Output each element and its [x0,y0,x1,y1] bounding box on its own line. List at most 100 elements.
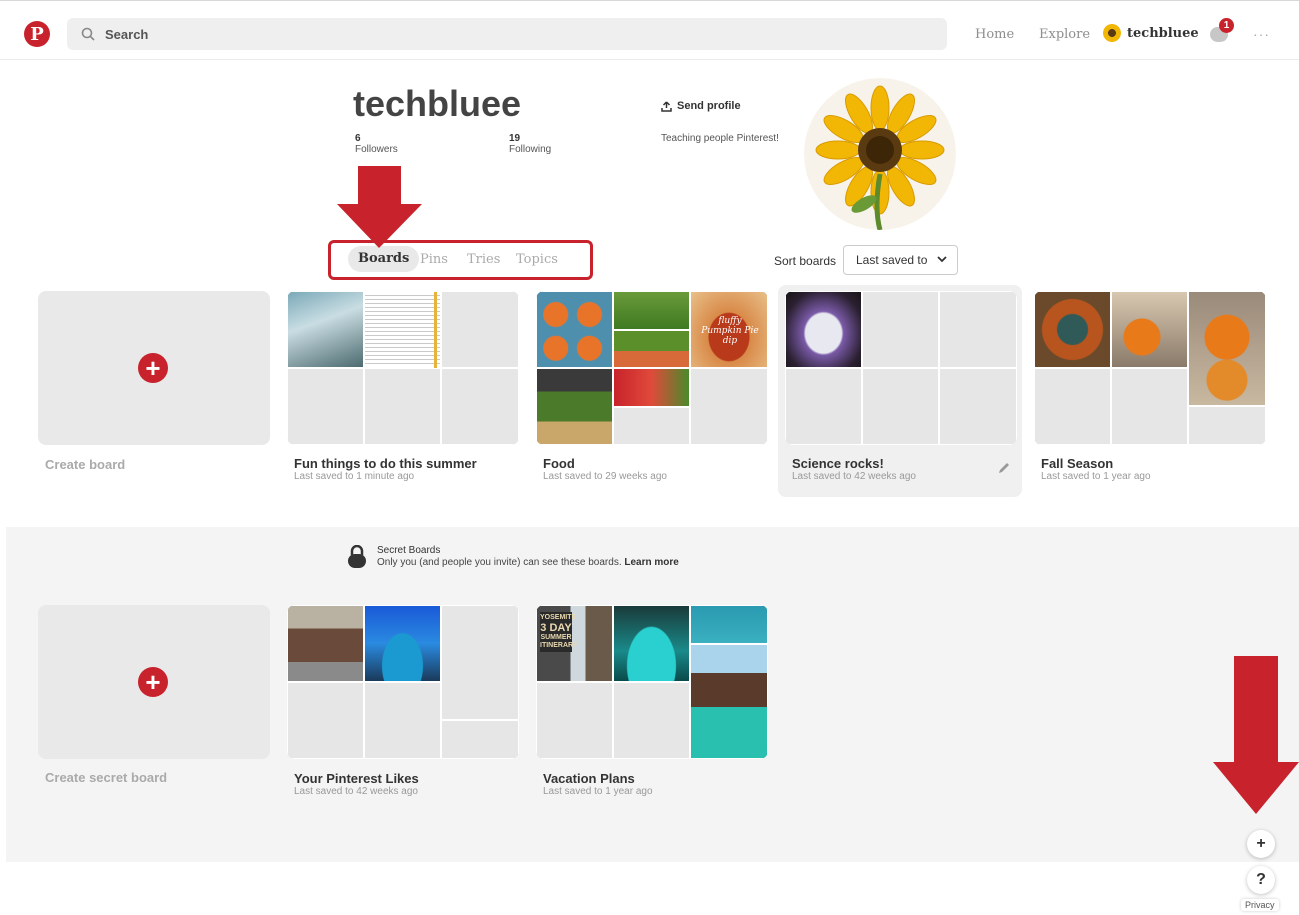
sunflower-image [804,78,956,230]
cover-placeholder [364,368,441,445]
cover-image [785,291,862,368]
cover-image [613,330,690,368]
cover-placeholder [441,291,519,368]
board-cover: YOSEMITE 3 DAY SUMMER ITINERARY [536,605,768,759]
board-card[interactable]: Fun things to do this summer Last saved … [287,291,519,482]
annotation-arrow-down-icon [337,166,422,248]
privacy-link[interactable]: Privacy [1241,899,1279,911]
yosemite-image-text: YOSEMITE 3 DAY SUMMER ITINERARY [540,612,577,652]
cover-placeholder [1188,406,1266,445]
board-last-saved: Last saved to 1 year ago [1041,471,1151,482]
search-icon [81,27,95,41]
cover-placeholder [1111,368,1188,445]
board-cover: + [38,605,270,759]
board-card[interactable]: Your Pinterest Likes Last saved to 42 we… [287,605,519,797]
board-cover [287,291,519,445]
cover-placeholder [862,291,939,368]
create-secret-board-label: Create secret board [45,770,168,785]
pinterest-logo-icon[interactable]: P [24,21,50,47]
cover-placeholder [1034,368,1111,445]
help-button[interactable]: ? [1247,866,1275,894]
search-input[interactable] [105,26,905,42]
cover-placeholder [441,605,519,720]
following-label: Following [509,144,552,155]
add-icon: + [138,353,168,383]
board-title: Fun things to do this summer [294,456,477,471]
cover-placeholder [939,291,1017,368]
secret-boards-header: Secret Boards Only you (and people you i… [347,545,679,569]
search-bar[interactable] [67,18,947,50]
nav-explore-link[interactable]: Explore [1039,27,1090,42]
username-label: techbluee [1127,25,1199,41]
add-icon: + [138,667,168,697]
tab-topics[interactable]: Topics [516,252,558,267]
tab-pins[interactable]: Pins [420,252,448,267]
followers-count: 6 [355,133,361,144]
cover-image [364,291,441,369]
cover-placeholder [939,368,1017,445]
cover-image [287,291,364,368]
followers-stat[interactable]: 6 Followers [355,133,398,155]
board-cover [785,291,1017,445]
board-card[interactable]: YOSEMITE 3 DAY SUMMER ITINERARY Vacation… [536,605,768,797]
more-options-icon[interactable]: ··· [1253,26,1270,42]
cover-placeholder [613,407,690,445]
create-board-card[interactable]: + Create board [38,291,270,481]
cover-placeholder [690,368,768,445]
create-pin-button[interactable]: + [1247,830,1275,858]
edit-pencil-icon[interactable] [997,461,1011,475]
profile-avatar [804,78,956,230]
board-cover [1034,291,1266,445]
board-title: Science rocks! [792,456,884,471]
board-last-saved: Last saved to 42 weeks ago [792,471,916,482]
cover-image [613,605,690,682]
board-title: Food [543,456,575,471]
user-profile-link[interactable]: techbluee [1103,24,1199,42]
cover-image [536,368,613,445]
profile-bio: Teaching people Pinterest! [661,133,779,144]
cover-placeholder [441,720,519,759]
cover-placeholder [536,682,613,759]
create-secret-board-card[interactable]: + Create secret board [38,605,270,795]
send-profile-button[interactable]: Send profile [661,100,741,112]
board-card[interactable]: Science rocks! Last saved to 42 weeks ag… [785,291,1017,482]
board-last-saved: Last saved to 42 weeks ago [294,786,418,797]
cover-image [690,605,768,644]
learn-more-link[interactable]: Learn more [624,557,678,568]
nav-home-link[interactable]: Home [975,27,1014,42]
cover-image [287,605,364,682]
following-count: 19 [509,133,521,144]
following-stat[interactable]: 19 Following [509,133,551,155]
cover-image [690,644,768,759]
notifications-button[interactable]: 1 [1210,18,1234,43]
board-last-saved: Last saved to 1 year ago [543,786,653,797]
annotation-arrow-down-icon [1213,656,1299,814]
cover-placeholder [287,682,364,759]
cover-placeholder [785,368,862,445]
board-card[interactable]: fluffy Pumpkin Pie dip Food Last saved t… [536,291,768,482]
sort-boards-dropdown[interactable]: Last saved to [843,245,958,275]
notification-badge: 1 [1219,18,1234,33]
avatar [1103,24,1121,42]
pumpkin-pie-image-text: fluffy Pumpkin Pie dip [701,316,759,346]
chevron-down-icon [937,256,947,263]
board-cover [287,605,519,759]
cover-image: fluffy Pumpkin Pie dip [690,291,768,368]
cover-image [1034,291,1111,368]
three-day-text: 3 DAY [540,622,572,634]
followers-label: Followers [355,144,398,155]
cover-image [1111,291,1188,368]
cover-image [613,368,690,407]
sort-selected-value: Last saved to [856,253,928,267]
share-icon [661,100,672,112]
summer-text: SUMMER [540,634,572,641]
cover-image [364,605,441,682]
tab-boards[interactable]: Boards [348,246,420,272]
cover-image [536,291,613,368]
cover-placeholder [441,368,519,445]
board-card[interactable]: Fall Season Last saved to 1 year ago [1034,291,1266,482]
cover-image [1188,291,1266,406]
top-navigation-bar: P Home Explore techbluee 1 ··· [0,0,1299,60]
tab-tries[interactable]: Tries [467,252,500,267]
board-cover: + [38,291,270,445]
